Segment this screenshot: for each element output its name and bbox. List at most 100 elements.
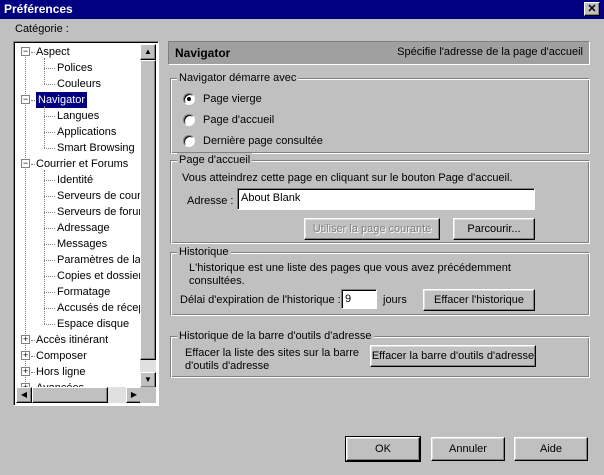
tree-connector: [44, 308, 55, 309]
scroll-up-button[interactable]: ▲: [140, 44, 156, 60]
tree-expander-icon[interactable]: +: [21, 335, 30, 344]
expiry-unit-label: jours: [383, 294, 407, 306]
panel-title: Navigator: [175, 46, 231, 60]
tree-item[interactable]: Adressage: [57, 220, 110, 236]
tree-item[interactable]: Accusés de récep: [57, 300, 142, 316]
tree-expander-icon[interactable]: +: [21, 367, 30, 376]
window-title: Préférences: [4, 2, 73, 16]
scroll-down-button[interactable]: ▼: [140, 372, 156, 388]
browse-button[interactable]: Parcourir...: [453, 218, 535, 240]
startup-group: Navigator démarre avec Page vierge Page …: [170, 71, 590, 154]
tree-connector: [44, 180, 55, 181]
category-tree[interactable]: − Aspect Polices Couleurs − Navigator Langues A…: [13, 41, 159, 406]
history-group: Historique L'historique est une liste de…: [170, 245, 590, 316]
tree-expander-icon[interactable]: −: [21, 159, 30, 168]
expiry-label: Délai d'expiration de l'historique :: [180, 294, 341, 306]
history-description-line2: consultées.: [189, 275, 245, 287]
panel-description: Spécifie l'adresse de la page d'accueil: [397, 46, 583, 58]
tree-item[interactable]: Composer: [36, 348, 87, 364]
tree-connector: [44, 324, 55, 325]
clear-history-button[interactable]: Effacer l'historique: [423, 289, 535, 311]
expiry-days-input[interactable]: 9: [341, 289, 377, 309]
radio-label: Page vierge: [203, 93, 262, 105]
tree-item[interactable]: Smart Browsing: [57, 140, 135, 156]
tree-expander-icon[interactable]: −: [21, 95, 30, 104]
scroll-up-icon: ▲: [144, 47, 152, 56]
tree-connector: [44, 260, 55, 261]
tree-item[interactable]: Copies et dossiers: [57, 268, 142, 284]
radio-button[interactable]: [183, 114, 195, 126]
tree-connector: [31, 100, 35, 101]
tree-connector: [44, 58, 45, 84]
location-bar-group-title: Historique de la barre d'outils d'adress…: [177, 329, 374, 343]
history-description-line1: L'historique est une liste des pages que…: [189, 262, 511, 274]
tree-item[interactable]: Hors ligne: [36, 364, 86, 380]
tree-expander-icon[interactable]: −: [21, 47, 30, 56]
tree-item[interactable]: Messages: [57, 236, 107, 252]
tree-item[interactable]: Paramètres de la f: [57, 252, 142, 268]
tree-connector: [31, 164, 35, 165]
tree-connector: [44, 276, 55, 277]
tree-connector: [44, 84, 55, 85]
cancel-button[interactable]: Annuler: [431, 437, 505, 461]
homepage-group-title: Page d'accueil: [177, 153, 253, 167]
radio-label: Dernière page consultée: [203, 135, 323, 147]
ok-button[interactable]: OK: [345, 436, 421, 462]
tree-connector: [44, 170, 45, 324]
scroll-left-icon: ◀: [20, 390, 28, 399]
clear-location-bar-button[interactable]: Effacer la barre d'outils d'adresse: [370, 345, 536, 367]
tree-item[interactable]: Courrier et Forums: [36, 156, 128, 172]
tree-item[interactable]: Accès itinérant: [36, 332, 108, 348]
tree-item[interactable]: Langues: [57, 108, 99, 124]
close-button[interactable]: ✕: [584, 2, 600, 16]
tree-item[interactable]: Applications: [57, 124, 116, 140]
location-bar-description-line2: d'outils d'adresse: [185, 360, 270, 372]
tree-item[interactable]: Polices: [57, 60, 92, 76]
scroll-down-icon: ▼: [144, 375, 152, 384]
tree-connector: [44, 116, 55, 117]
tree-connector: [44, 196, 55, 197]
location-bar-group: Historique de la barre d'outils d'adress…: [170, 329, 590, 378]
vertical-scroll-thumb[interactable]: [140, 60, 156, 360]
tree-vertical-scrollbar[interactable]: ▲ ▼: [140, 44, 156, 388]
use-current-page-button[interactable]: Utiliser la page courante: [304, 218, 440, 240]
tree-connector: [31, 356, 35, 357]
radio-label: Page d'accueil: [203, 114, 275, 126]
startup-group-title: Navigator démarre avec: [177, 71, 299, 85]
tree-connector: [44, 106, 45, 148]
title-bar: Préférences ✕: [0, 0, 604, 19]
tree-connector: [44, 212, 55, 213]
tree-connector: [44, 228, 55, 229]
homepage-description: Vous atteindrez cette page en cliquant s…: [182, 172, 513, 184]
radio-button-selected[interactable]: [183, 93, 195, 105]
radio-button[interactable]: [183, 135, 195, 147]
tree-connector: [44, 132, 55, 133]
scroll-right-icon: ▶: [130, 390, 138, 399]
homepage-group: Page d'accueil Vous atteindrez cette pag…: [170, 153, 590, 244]
tree-item[interactable]: Couleurs: [57, 76, 101, 92]
tree-connector: [31, 372, 35, 373]
tree-horizontal-scrollbar[interactable]: ◀ ▶: [16, 387, 142, 403]
tree-item[interactable]: Formatage: [57, 284, 110, 300]
tree-connector: [44, 68, 55, 69]
tree-item[interactable]: Identité: [57, 172, 93, 188]
close-icon: ✕: [587, 3, 597, 15]
tree-expander-icon[interactable]: +: [21, 351, 30, 360]
tree-item[interactable]: Aspect: [36, 44, 70, 60]
tree-content: − Aspect Polices Couleurs − Navigator Langues A…: [16, 44, 142, 388]
tree-connector: [44, 244, 55, 245]
address-input[interactable]: About Blank: [237, 188, 535, 210]
tree-connector: [44, 148, 55, 149]
address-label: Adresse :: [187, 195, 234, 207]
scroll-left-button[interactable]: ◀: [16, 387, 32, 403]
tree-item[interactable]: Espace disque: [57, 316, 129, 332]
tree-item[interactable]: Serveurs de forum: [57, 204, 142, 220]
help-button[interactable]: Aide: [514, 437, 588, 461]
panel-header: Navigator Spécifie l'adresse de la page …: [168, 41, 590, 65]
horizontal-scroll-thumb[interactable]: [32, 387, 108, 403]
category-label: Catégorie :: [15, 23, 69, 35]
tree-item[interactable]: Serveurs de courri: [57, 188, 142, 204]
scroll-corner: [140, 387, 156, 403]
tree-connector: [31, 340, 35, 341]
location-bar-description-line1: Effacer la liste des sites sur la barre: [185, 347, 360, 359]
